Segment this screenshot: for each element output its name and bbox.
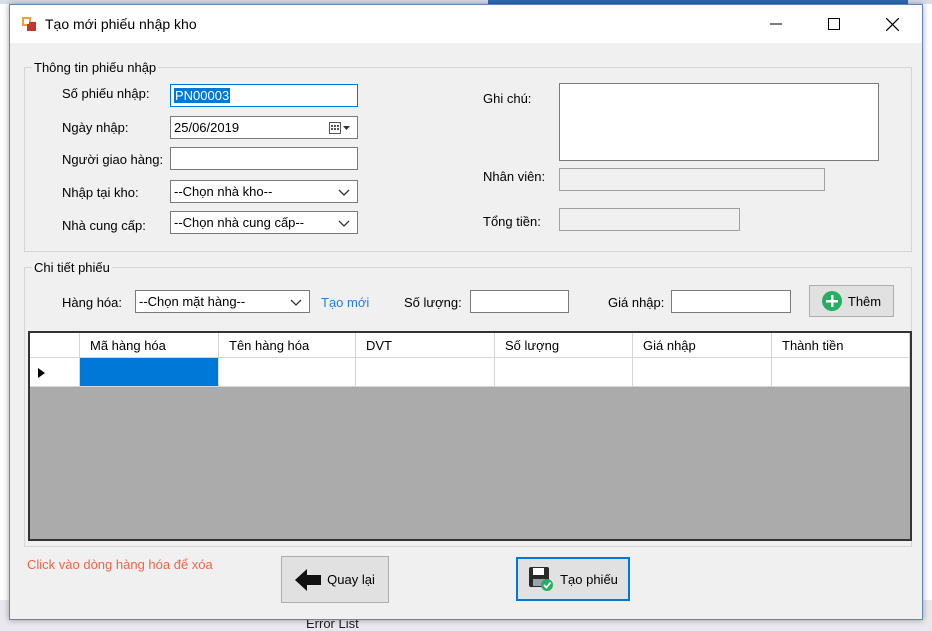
ncc-label: Nhà cung cấp: — [62, 218, 146, 233]
cell-so-luong[interactable] — [495, 358, 633, 387]
maximize-icon — [828, 18, 840, 30]
grid-header: Mã hàng hóa Tên hàng hóa DVT Số lượng Gi… — [30, 333, 910, 358]
ngay-nhap-label: Ngày nhập: — [62, 120, 129, 135]
quay-lai-button[interactable]: Quay lại — [281, 556, 389, 603]
add-circle-icon — [821, 291, 842, 311]
cell-ten-hang-hoa[interactable] — [219, 358, 356, 387]
ncc-select[interactable]: --Chọn nhà cung cấp-- — [170, 211, 358, 234]
detail-group-caption: Chi tiết phiếu — [32, 260, 112, 275]
hang-hoa-value: --Chọn mặt hàng-- — [139, 294, 246, 309]
window-title: Tạo mới phiếu nhập kho — [45, 16, 197, 32]
back-arrow-icon — [295, 568, 322, 591]
col-thanh-tien[interactable]: Thành tiền — [772, 333, 910, 358]
them-label: Thêm — [847, 293, 882, 309]
row-header[interactable] — [30, 358, 80, 387]
ghi-chu-textarea[interactable] — [559, 83, 879, 161]
nhan-vien-label: Nhân viên: — [483, 169, 546, 184]
app-icon — [22, 17, 36, 31]
cell-thanh-tien[interactable] — [772, 358, 910, 387]
close-icon — [885, 17, 899, 31]
dialog-window: Tạo mới phiếu nhập kho Thông tin phiếu n… — [9, 4, 923, 620]
ngay-nhap-datepicker[interactable]: 25/06/2019 — [170, 116, 358, 139]
them-button[interactable]: Thêm — [809, 285, 894, 317]
so-phieu-input[interactable]: PN00003 — [170, 84, 358, 107]
chevron-down-icon — [338, 220, 350, 227]
ngay-nhap-value: 25/06/2019 — [174, 120, 240, 135]
minimize-icon — [770, 23, 782, 25]
close-button[interactable] — [863, 5, 921, 43]
minimize-button[interactable] — [747, 5, 805, 43]
kho-select[interactable]: --Chọn nhà kho-- — [170, 180, 358, 203]
tao-phieu-button[interactable]: Tạo phiếu — [516, 557, 630, 601]
cell-gia-nhap[interactable] — [633, 358, 772, 387]
chevron-down-icon — [290, 299, 302, 306]
col-dvt[interactable]: DVT — [356, 333, 495, 358]
title-bar: Tạo mới phiếu nhập kho — [10, 5, 922, 43]
gia-nhap-input[interactable] — [671, 290, 791, 313]
maximize-button[interactable] — [805, 5, 863, 43]
gia-nhap-label: Giá nhập: — [608, 295, 665, 310]
so-luong-input[interactable] — [470, 290, 569, 313]
cell-dvt[interactable] — [356, 358, 495, 387]
tao-phieu-label: Tạo phiếu — [560, 571, 618, 587]
ghi-chu-label: Ghi chú: — [483, 91, 532, 106]
cell-ma-hang-hoa[interactable] — [80, 358, 219, 387]
chevron-down-icon — [338, 189, 350, 196]
calendar-icon — [329, 122, 350, 134]
delete-hint: Click vào dòng hàng hóa để xóa — [27, 557, 213, 572]
nguoi-giao-label: Người giao hàng: — [62, 152, 164, 167]
so-phieu-value: PN00003 — [174, 88, 231, 103]
so-phieu-label: Số phiếu nhập: — [62, 86, 150, 101]
kho-value: --Chọn nhà kho-- — [174, 184, 273, 199]
kho-label: Nhập tại kho: — [62, 185, 139, 200]
row-selector-icon — [38, 368, 45, 378]
tong-tien-label: Tổng tiền: — [483, 214, 541, 229]
hang-hoa-select[interactable]: --Chọn mặt hàng-- — [135, 290, 310, 313]
nhan-vien-input — [559, 168, 825, 191]
detail-grid[interactable]: Mã hàng hóa Tên hàng hóa DVT Số lượng Gi… — [28, 331, 912, 541]
col-ma-hang-hoa[interactable]: Mã hàng hóa — [80, 333, 219, 358]
col-ten-hang-hoa[interactable]: Tên hàng hóa — [219, 333, 356, 358]
tong-tien-input — [559, 208, 740, 231]
grid-corner — [30, 333, 80, 358]
col-so-luong[interactable]: Số lượng — [495, 333, 633, 358]
table-row[interactable] — [30, 358, 910, 387]
so-luong-label: Số lượng: — [404, 295, 462, 310]
ncc-value: --Chọn nhà cung cấp-- — [174, 215, 305, 230]
hang-hoa-label: Hàng hóa: — [62, 295, 122, 310]
quay-lai-label: Quay lại — [327, 572, 375, 587]
col-gia-nhap[interactable]: Giá nhập — [633, 333, 772, 358]
nguoi-giao-input[interactable] — [170, 147, 358, 170]
save-icon — [529, 567, 554, 591]
tao-moi-link[interactable]: Tạo mới — [321, 295, 369, 310]
info-group-caption: Thông tin phiếu nhập — [32, 60, 159, 75]
